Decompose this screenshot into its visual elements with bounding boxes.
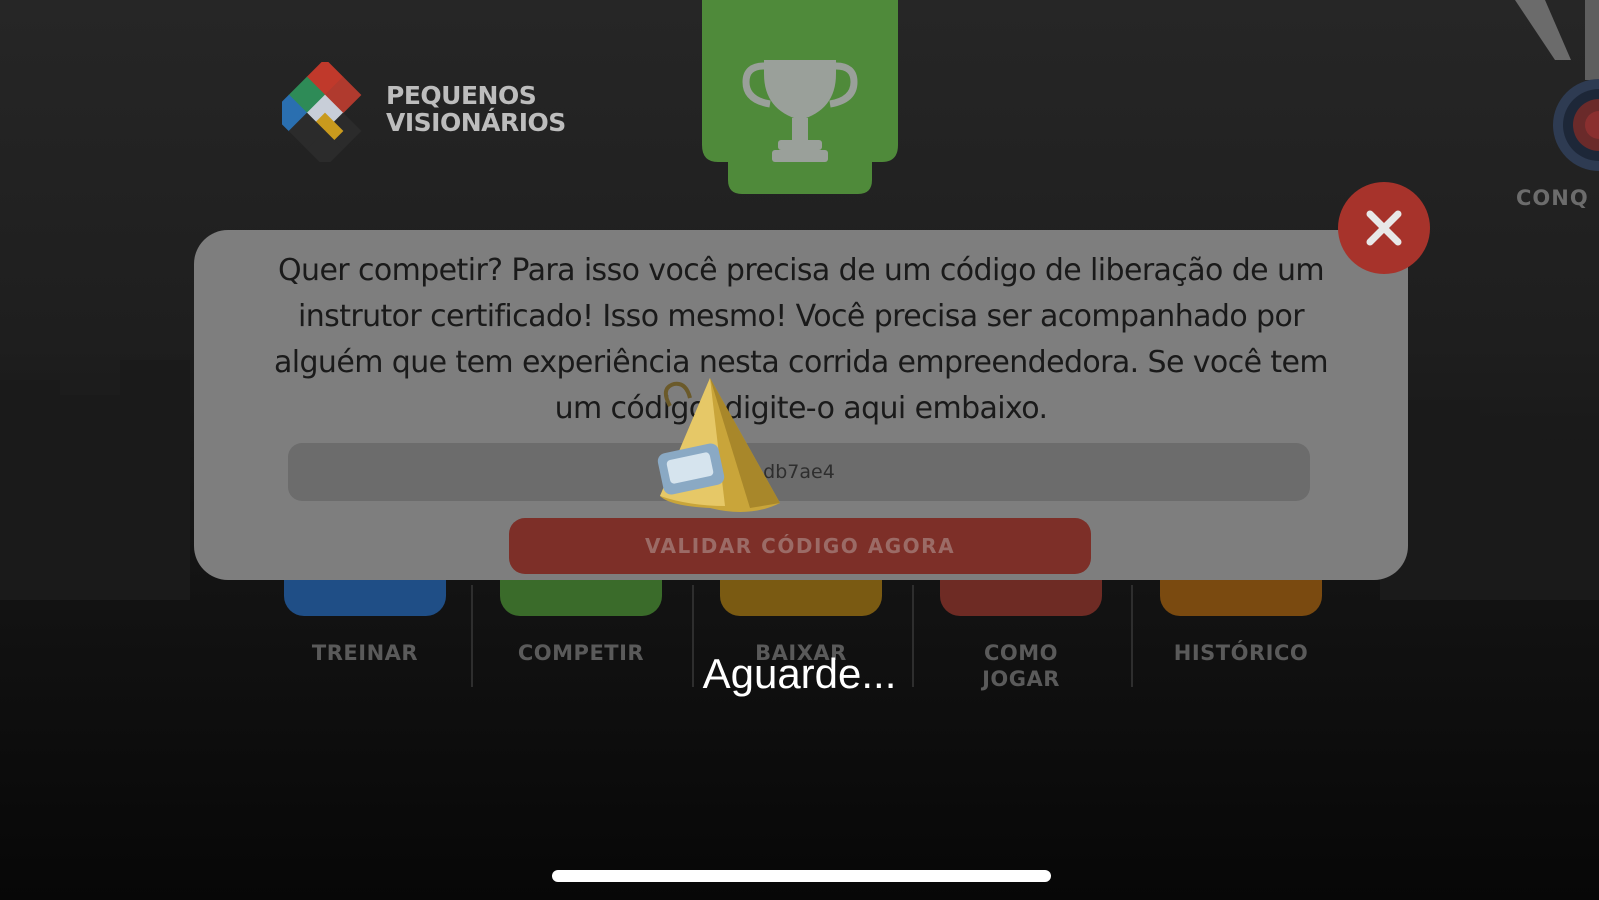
brand-name-line2: VISIONÁRIOS xyxy=(386,108,566,137)
achievements-label[interactable]: CONQ xyxy=(1516,186,1589,210)
validate-code-button[interactable]: VALIDAR CÓDIGO AGORA xyxy=(509,518,1091,574)
logo-diamond-icon xyxy=(282,62,362,162)
brand-name: PEQUENOS VISIONÁRIOS xyxy=(386,82,566,136)
competition-code-dialog: Quer competir? Para isso você precisa de… xyxy=(194,230,1408,580)
app-screen: PEQUENOS VISIONÁRIOS CONQ TREINAR COMPET… xyxy=(0,0,1599,900)
home-indicator[interactable] xyxy=(552,870,1051,882)
close-dialog-button[interactable] xyxy=(1338,182,1430,274)
brand-name-line1: PEQUENOS xyxy=(386,81,537,110)
dialog-message: Quer competir? Para isso você precisa de… xyxy=(273,253,1329,426)
ranking-trophy-tab[interactable] xyxy=(702,0,898,204)
close-icon xyxy=(1366,210,1402,246)
release-code-input[interactable] xyxy=(288,443,1310,501)
brand-logo: PEQUENOS VISIONÁRIOS xyxy=(282,62,582,172)
loading-spinner-icon xyxy=(657,378,780,512)
loading-text: Aguarde... xyxy=(702,650,897,697)
